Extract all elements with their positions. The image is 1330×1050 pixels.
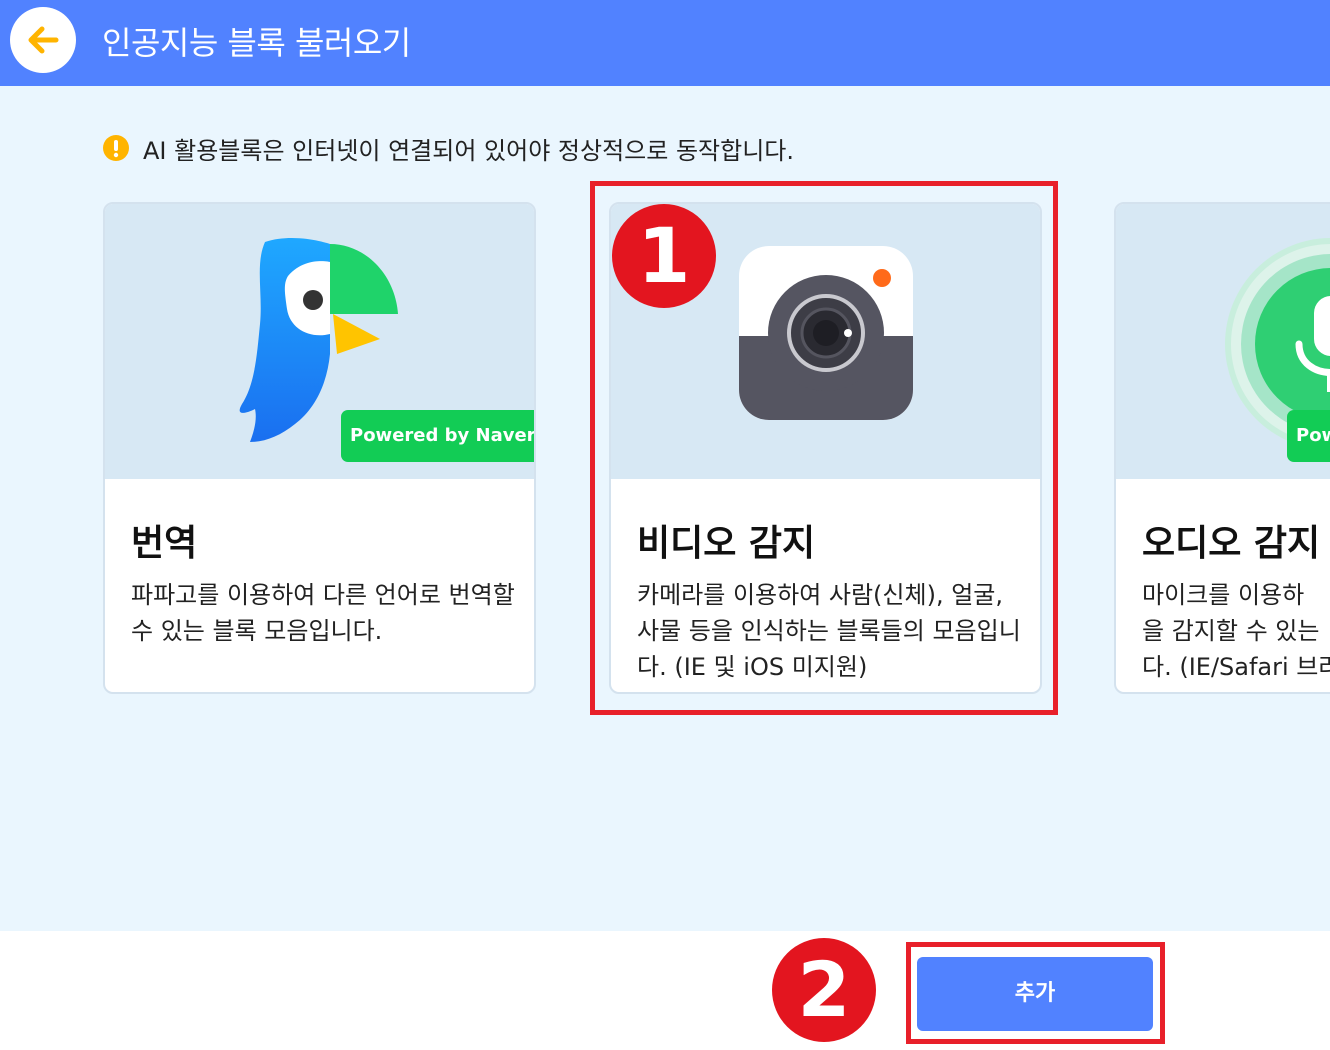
- card-translation[interactable]: Powered by Naver 번역 파파고를 이용하여 다른 언어로 번역할…: [103, 202, 536, 694]
- card-title: 번역: [131, 523, 198, 564]
- card-description: 파파고를 이용하여 다른 언어로 번역할 수 있는 블록 모음입니다.: [131, 581, 515, 645]
- card-thumbnail: Pow: [1116, 204, 1330, 479]
- step-marker-1: 1: [612, 204, 716, 308]
- card-thumbnail: Powered by Naver: [105, 204, 534, 479]
- arrow-left-icon: [28, 26, 59, 54]
- card-audio-detection[interactable]: Pow 오디오 감지 마이크를 이용하 을 감지할 수 있는 다. (IE/Sa…: [1114, 202, 1330, 694]
- content-area: AI 활용블록은 인터넷이 연결되어 있어야 정상적으로 동작합니다. Powe…: [0, 86, 1330, 931]
- card-description: 마이크를 이용하 을 감지할 수 있는 다. (IE/Safari 브라: [1142, 581, 1330, 681]
- powered-by-badge: Powered by Naver: [341, 410, 534, 462]
- page-title: 인공지능 블록 불러오기: [102, 24, 411, 62]
- notice-text: AI 활용블록은 인터넷이 연결되어 있어야 정상적으로 동작합니다.: [143, 136, 794, 165]
- add-button[interactable]: 추가: [917, 957, 1153, 1031]
- back-button[interactable]: [10, 7, 76, 73]
- warning-icon: [103, 135, 129, 161]
- header-bar: 인공지능 블록 불러오기: [0, 0, 1330, 86]
- card-title: 오디오 감지: [1142, 523, 1321, 564]
- powered-by-badge: Pow: [1287, 410, 1330, 462]
- notice: AI 활용블록은 인터넷이 연결되어 있어야 정상적으로 동작합니다.: [103, 130, 794, 166]
- step-marker-2: 2: [772, 938, 876, 1042]
